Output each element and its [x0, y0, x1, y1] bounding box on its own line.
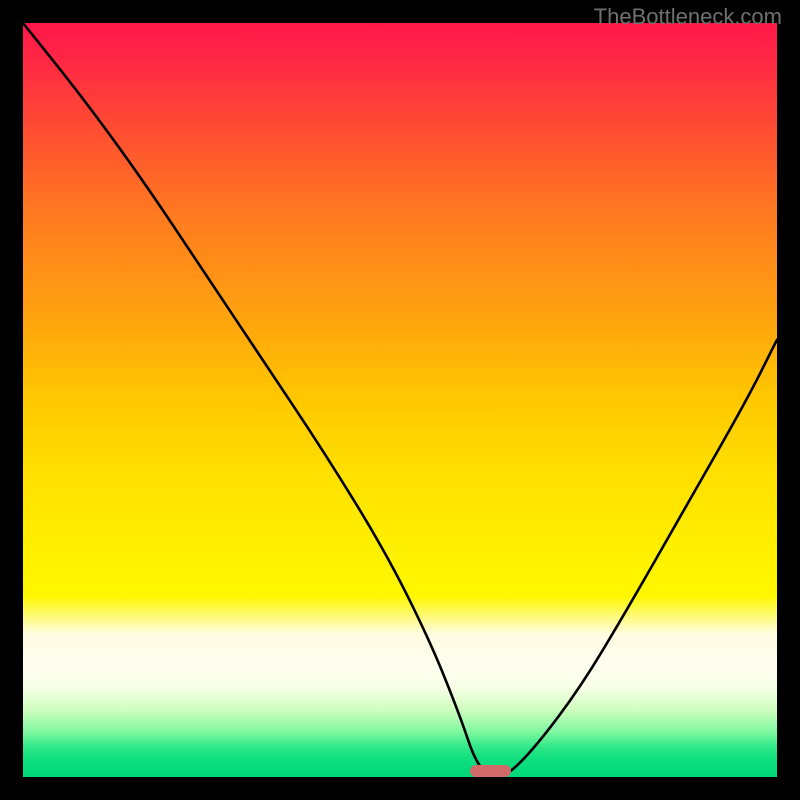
watermark-text: TheBottleneck.com	[594, 4, 782, 30]
bottleneck-curve	[23, 23, 777, 777]
chart-plot-area	[23, 23, 777, 777]
optimal-zone-marker	[470, 765, 511, 777]
